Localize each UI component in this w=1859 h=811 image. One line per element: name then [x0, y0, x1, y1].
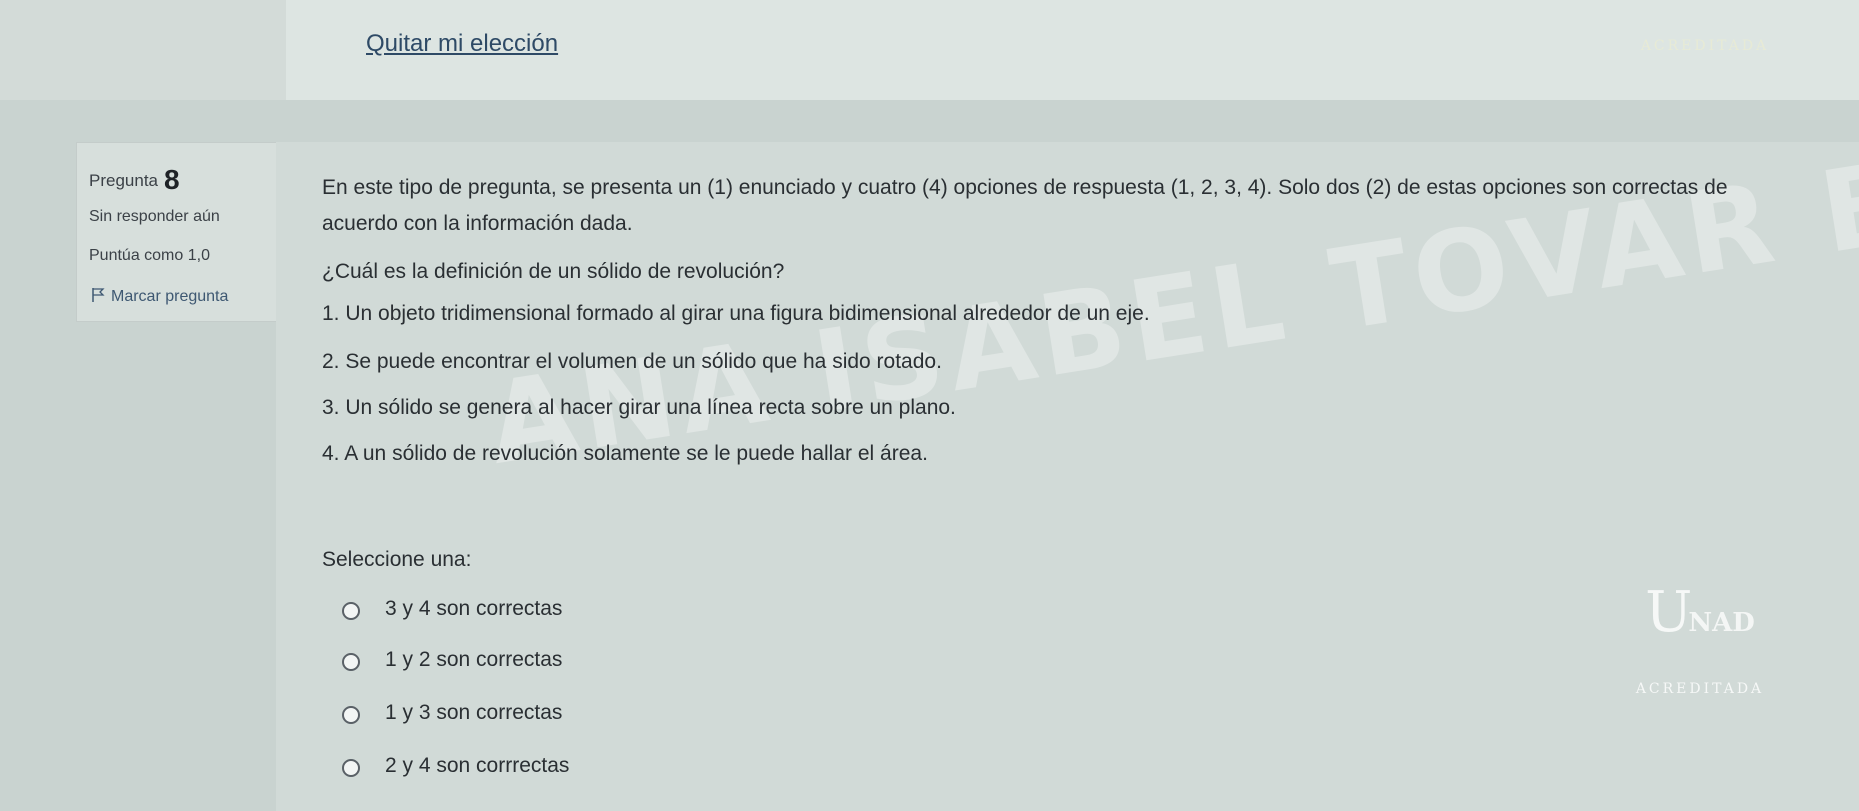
question-info-box: Pregunta 8 Sin responder aún Puntúa como … [76, 142, 278, 322]
answer-option-label[interactable]: 1 y 2 son correctas [385, 648, 562, 672]
accreditation-text: ACREDITADA [1640, 38, 1770, 54]
radio-button[interactable] [342, 759, 360, 777]
answer-option-label[interactable]: 1 y 3 son correctas [385, 701, 562, 725]
university-logo-top: ACREDITADA [1610, 0, 1800, 90]
answer-option-label[interactable]: 3 y 4 son correctas [385, 597, 562, 621]
question-instructions-line1: En este tipo de pregunta, se presenta un… [322, 176, 1728, 199]
radio-button[interactable] [342, 602, 360, 620]
radio-button[interactable] [342, 653, 360, 671]
flag-icon [92, 288, 105, 302]
clear-choice-link[interactable]: Quitar mi elección [366, 30, 558, 58]
statement-4: 4. A un sólido de revolución solamente s… [322, 442, 928, 465]
question-prompt: ¿Cuál es la definición de un sólido de r… [322, 260, 785, 283]
statement-2: 2. Se puede encontrar el volumen de un s… [322, 350, 942, 373]
question-instructions-line2: acuerdo con la información dada. [322, 212, 633, 235]
radio-button[interactable] [342, 706, 360, 724]
flag-question-label: Marcar pregunta [111, 288, 229, 305]
statement-3: 3. Un sólido se genera al hacer girar un… [322, 396, 956, 419]
question-score: Puntúa como 1,0 [89, 247, 210, 264]
question-number: 8 [164, 164, 180, 195]
question-number-label: Pregunta 8 [89, 161, 180, 195]
question-label-text: Pregunta [89, 171, 158, 190]
question-status: Sin responder aún [89, 208, 220, 225]
answer-option-label[interactable]: 2 y 4 son corrrectas [385, 754, 569, 778]
select-one-label: Seleccione una: [322, 548, 472, 571]
statement-1: 1. Un objeto tridimensional formado al g… [322, 302, 1150, 325]
flag-question-button[interactable]: Marcar pregunta [91, 287, 228, 306]
